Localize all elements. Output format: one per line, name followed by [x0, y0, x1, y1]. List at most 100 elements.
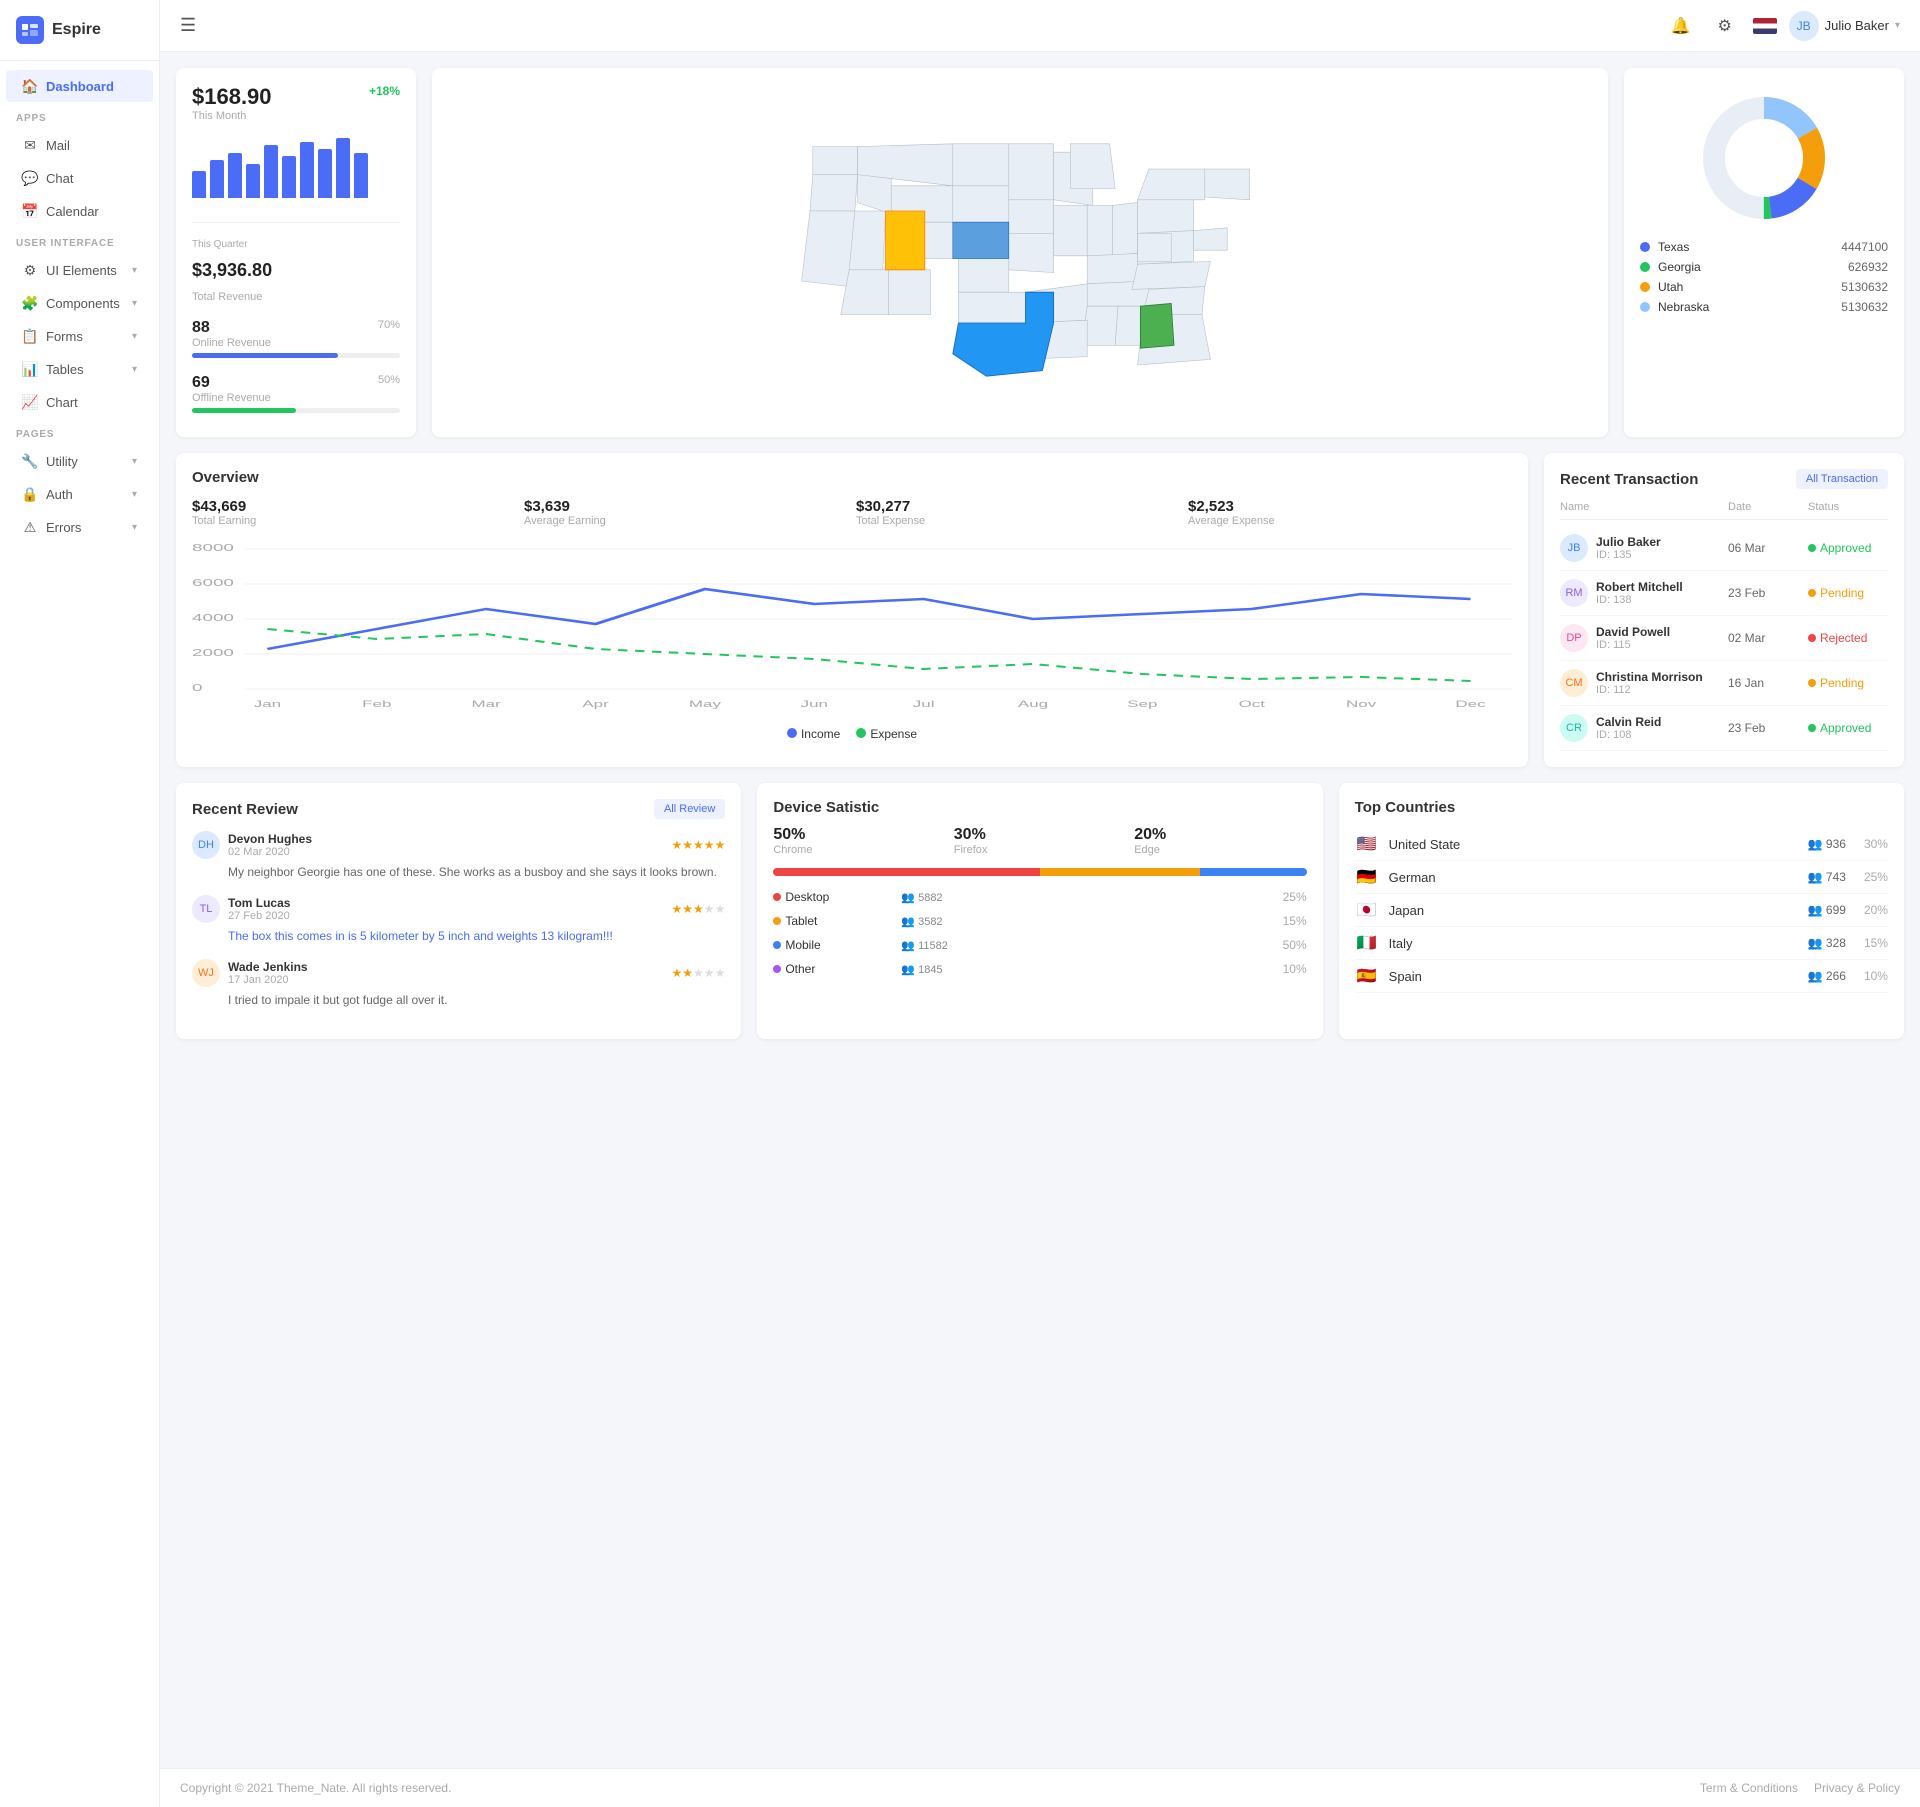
settings-icon[interactable]: ⚙ — [1709, 10, 1741, 42]
svg-text:May: May — [689, 699, 721, 709]
sidebar-item-mail[interactable]: ✉ Mail — [6, 129, 153, 161]
sidebar-item-label: Mail — [46, 138, 70, 153]
svg-text:Sep: Sep — [1127, 699, 1157, 709]
txn-user: RM Robert Mitchell ID: 138 — [1560, 579, 1728, 607]
review-text: The box this comes in is 5 kilometer by … — [228, 927, 725, 945]
online-progress-fill — [192, 353, 338, 358]
table-row: CM Christina Morrison ID: 112 16 Jan Pen… — [1560, 661, 1888, 706]
legend-item: Nebraska 5130632 — [1640, 300, 1888, 314]
txn-user-name: Robert Mitchell — [1596, 580, 1683, 594]
star-filled-icon: ★ — [682, 966, 693, 980]
txn-user-name: David Powell — [1596, 625, 1670, 639]
logo[interactable]: Espire — [0, 0, 159, 61]
income-legend: Income — [787, 727, 840, 741]
txn-user-id: ID: 135 — [1596, 549, 1661, 561]
star-filled-icon: ★ — [715, 838, 726, 852]
donut-card: Texas 4447100 Georgia 626932 Utah 513063… — [1624, 68, 1904, 437]
device-users-icon: 👥 3582 — [901, 915, 1190, 928]
donut-chart — [1694, 88, 1834, 228]
stats-badge: +18% — [369, 84, 400, 98]
sidebar-item-dashboard[interactable]: 🏠 Dashboard — [6, 70, 153, 102]
review-date: 02 Mar 2020 — [228, 846, 312, 858]
device-name: Mobile — [773, 938, 893, 952]
svg-text:0: 0 — [192, 682, 202, 693]
txn-user-id: ID: 115 — [1596, 639, 1670, 651]
sidebar-item-chart[interactable]: 📈 Chart — [6, 386, 153, 418]
device-dot — [773, 893, 781, 901]
notification-icon[interactable]: 🔔 — [1665, 10, 1697, 42]
txn-user: JB Julio Baker ID: 135 — [1560, 534, 1728, 562]
svg-text:Nov: Nov — [1346, 699, 1376, 709]
chrome-bar-segment — [773, 868, 1040, 876]
terms-link[interactable]: Term & Conditions — [1700, 1781, 1798, 1795]
sidebar-item-chat[interactable]: 💬 Chat — [6, 162, 153, 194]
avatar: TL — [192, 895, 220, 923]
language-flag[interactable] — [1753, 18, 1777, 34]
offline-revenue-row: 69 50% Offline Revenue — [192, 374, 400, 413]
ov-stat-value: $43,669 — [192, 498, 516, 515]
txn-user-id: ID: 138 — [1596, 594, 1683, 606]
countries-title: Top Countries — [1355, 799, 1888, 816]
device-dot — [773, 965, 781, 973]
country-pct: 25% — [1864, 870, 1888, 884]
legend-item: Texas 4447100 — [1640, 240, 1888, 254]
overview-stat-item: $30,277 Total Expense — [856, 498, 1180, 527]
transaction-card: Recent Transaction All Transaction Name … — [1544, 453, 1904, 767]
sidebar-item-utility[interactable]: 🔧 Utility ▾ — [6, 445, 153, 477]
sidebar-item-components[interactable]: 🧩 Components ▾ — [6, 287, 153, 319]
device-row: Desktop 👥 5882 25% — [773, 890, 1306, 904]
device-users-icon: 👥 5882 — [901, 891, 1190, 904]
txn-date: 23 Feb — [1728, 586, 1808, 600]
all-reviews-button[interactable]: All Review — [654, 799, 725, 819]
review-title: Recent Review — [192, 801, 298, 818]
stats-header: $168.90 This Month +18% — [192, 84, 400, 122]
country-user-count: 👥 328 — [1808, 936, 1846, 950]
top-row: $168.90 This Month +18% This Quarter $3,… — [176, 68, 1904, 437]
firefox-pct: 30% — [954, 826, 1126, 844]
line-chart-svg: 8000 6000 4000 2000 0 — [192, 539, 1512, 719]
svg-text:Jun: Jun — [801, 699, 828, 709]
txn-date: 23 Feb — [1728, 721, 1808, 735]
logo-text: Espire — [52, 21, 101, 39]
star-filled-icon: ★ — [693, 902, 704, 916]
edge-stat: 20% Edge — [1134, 826, 1306, 856]
user-menu[interactable]: JB Julio Baker ▾ — [1789, 11, 1900, 41]
legend-name: Georgia — [1658, 260, 1840, 274]
device-row: Tablet 👥 3582 15% — [773, 914, 1306, 928]
reviewer-name: Tom Lucas — [228, 896, 290, 910]
sidebar-item-tables[interactable]: 📊 Tables ▾ — [6, 353, 153, 385]
txn-title: Recent Transaction — [1560, 471, 1698, 488]
menu-icon[interactable]: ☰ — [180, 15, 196, 36]
calendar-icon: 📅 — [22, 203, 38, 219]
sidebar-item-ui-elements[interactable]: ⚙ UI Elements ▾ — [6, 254, 153, 286]
review-text: My neighbor Georgie has one of these. Sh… — [228, 863, 725, 881]
sidebar-item-auth[interactable]: 🔒 Auth ▾ — [6, 478, 153, 510]
avatar: WJ — [192, 959, 220, 987]
device-top-stats: 50% Chrome 30% Firefox 20% Edge — [773, 826, 1306, 856]
offline-progress-bar — [192, 408, 400, 413]
sidebar: Espire 🏠 Dashboard APPS ✉ Mail 💬 Chat 📅 … — [0, 0, 160, 1807]
sidebar-item-forms[interactable]: 📋 Forms ▾ — [6, 320, 153, 352]
all-transactions-button[interactable]: All Transaction — [1796, 469, 1888, 489]
country-name: Spain — [1389, 969, 1798, 984]
device-list: Desktop 👥 5882 25% Tablet 👥 3582 15% Mob… — [773, 890, 1306, 976]
bar — [336, 138, 350, 198]
sidebar-item-label: Tables — [46, 362, 84, 377]
status-badge: Rejected — [1808, 631, 1888, 645]
list-item: 🇯🇵 Japan 👥 699 20% — [1355, 894, 1888, 927]
header: ☰ 🔔 ⚙ JB Julio Baker ▾ — [160, 0, 1920, 52]
svg-text:Oct: Oct — [1239, 699, 1266, 709]
sidebar-item-calendar[interactable]: 📅 Calendar — [6, 195, 153, 227]
chart-legend: Income Expense — [192, 727, 1512, 741]
forms-icon: 📋 — [22, 328, 38, 344]
review-user-row: WJ Wade Jenkins 17 Jan 2020 ★★★★★ — [192, 959, 725, 987]
sidebar-item-errors[interactable]: ⚠ Errors ▾ — [6, 511, 153, 543]
review-text: I tried to impale it but got fudge all o… — [228, 991, 725, 1009]
device-stats-card: Device Satistic 50% Chrome 30% Firefox 2… — [757, 783, 1322, 1039]
txn-user-info: David Powell ID: 115 — [1596, 625, 1670, 651]
chat-icon: 💬 — [22, 170, 38, 186]
privacy-link[interactable]: Privacy & Policy — [1814, 1781, 1900, 1795]
stats-period: This Month — [192, 110, 272, 122]
online-label: Online Revenue — [192, 337, 400, 349]
txn-user-name: Calvin Reid — [1596, 715, 1661, 729]
